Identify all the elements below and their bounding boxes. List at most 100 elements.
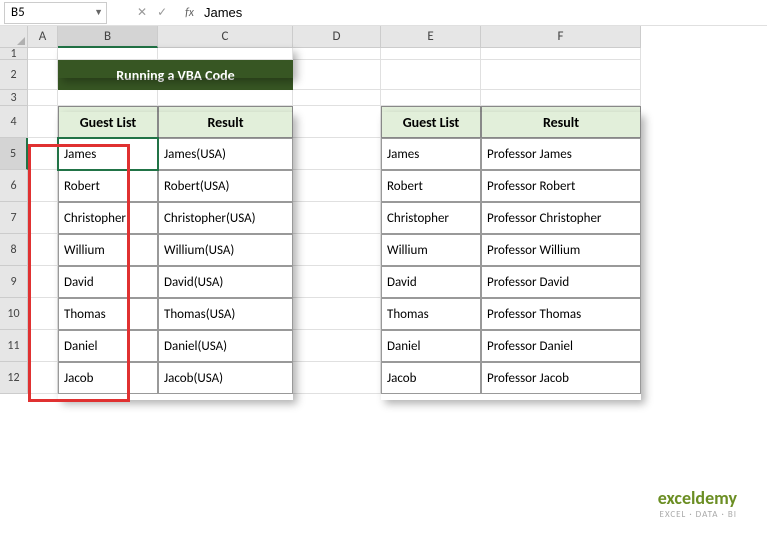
cell-B7[interactable]: Christopher — [58, 202, 158, 234]
cell-E7[interactable]: Christopher — [381, 202, 481, 234]
cell-F11[interactable]: Professor Daniel — [481, 330, 641, 362]
cell-B10[interactable]: Thomas — [58, 298, 158, 330]
row-header-10[interactable]: 10 — [0, 298, 28, 330]
row-header-7[interactable]: 7 — [0, 202, 28, 234]
watermark-sub: EXCEL · DATA · BI — [658, 509, 737, 520]
cell-C3[interactable] — [158, 90, 293, 106]
cell-E6[interactable]: Robert — [381, 170, 481, 202]
col-header-F[interactable]: F — [481, 26, 641, 48]
row-header-9[interactable]: 9 — [0, 266, 28, 298]
cell-F12[interactable]: Professor Jacob — [481, 362, 641, 394]
cell-E12[interactable]: Jacob — [381, 362, 481, 394]
name-box-value: B5 — [11, 5, 25, 20]
cell-A11[interactable] — [28, 330, 58, 362]
cell-C8[interactable]: Willium(USA) — [158, 234, 293, 266]
cell-B1[interactable] — [58, 48, 158, 60]
cell-B6[interactable]: Robert — [58, 170, 158, 202]
cell-B8[interactable]: Willium — [58, 234, 158, 266]
cell-F4[interactable]: Result — [481, 106, 641, 138]
cell-C1[interactable] — [158, 48, 293, 60]
cell-F8[interactable]: Professor Willium — [481, 234, 641, 266]
cell-E10[interactable]: Thomas — [381, 298, 481, 330]
cell-A5[interactable] — [28, 138, 58, 170]
cell-A1[interactable] — [28, 48, 58, 60]
cell-C11[interactable]: Daniel(USA) — [158, 330, 293, 362]
row-header-11[interactable]: 11 — [0, 330, 28, 362]
cell-E1[interactable] — [381, 48, 481, 60]
cell-A8[interactable] — [28, 234, 58, 266]
row-header-5[interactable]: 5 — [0, 138, 28, 170]
cell-B11[interactable]: Daniel — [58, 330, 158, 362]
row-header-2[interactable]: 2 — [0, 60, 28, 90]
row-11: 11DanielDaniel(USA)DanielProfessor Danie… — [0, 330, 767, 362]
cell-B3[interactable] — [58, 90, 158, 106]
cell-C9[interactable]: David(USA) — [158, 266, 293, 298]
cell-C6[interactable]: Robert(USA) — [158, 170, 293, 202]
row-header-3[interactable]: 3 — [0, 90, 28, 106]
cell-B4[interactable]: Guest List — [58, 106, 158, 138]
cell-F7[interactable]: Professor Christopher — [481, 202, 641, 234]
cell-E9[interactable]: David — [381, 266, 481, 298]
col-header-E[interactable]: E — [381, 26, 481, 48]
cell-D5[interactable] — [293, 138, 381, 170]
row-header-6[interactable]: 6 — [0, 170, 28, 202]
cell-C4[interactable]: Result — [158, 106, 293, 138]
name-box[interactable]: B5 ▼ — [4, 2, 107, 24]
cell-E11[interactable]: Daniel — [381, 330, 481, 362]
cell-E5[interactable]: James — [381, 138, 481, 170]
cell-C12[interactable]: Jacob(USA) — [158, 362, 293, 394]
cell-A12[interactable] — [28, 362, 58, 394]
row-header-12[interactable]: 12 — [0, 362, 28, 394]
cell-D7[interactable] — [293, 202, 381, 234]
cancel-icon[interactable]: ✕ — [137, 5, 147, 20]
row-header-4[interactable]: 4 — [0, 106, 28, 138]
col-header-D[interactable]: D — [293, 26, 381, 48]
cell-B2[interactable]: Running a VBA Code — [58, 60, 293, 90]
cell-E8[interactable]: Willium — [381, 234, 481, 266]
cell-B5[interactable]: James — [58, 138, 158, 170]
cell-A3[interactable] — [28, 90, 58, 106]
cell-E3[interactable] — [381, 90, 481, 106]
cell-D6[interactable] — [293, 170, 381, 202]
cell-F9[interactable]: Professor David — [481, 266, 641, 298]
cell-D1[interactable] — [293, 48, 381, 60]
check-icon[interactable]: ✓ — [157, 5, 167, 20]
col-header-A[interactable]: A — [28, 26, 58, 48]
cell-F1[interactable] — [481, 48, 641, 60]
cell-A9[interactable] — [28, 266, 58, 298]
col-header-B[interactable]: B — [58, 26, 158, 48]
cell-C7[interactable]: Christopher(USA) — [158, 202, 293, 234]
cell-C10[interactable]: Thomas(USA) — [158, 298, 293, 330]
cell-D9[interactable] — [293, 266, 381, 298]
cell-F10[interactable]: Professor Thomas — [481, 298, 641, 330]
cell-E4[interactable]: Guest List — [381, 106, 481, 138]
cell-A10[interactable] — [28, 298, 58, 330]
cell-A4[interactable] — [28, 106, 58, 138]
cell-F6[interactable]: Professor Robert — [481, 170, 641, 202]
cell-D10[interactable] — [293, 298, 381, 330]
row-header-8[interactable]: 8 — [0, 234, 28, 266]
cell-F3[interactable] — [481, 90, 641, 106]
cell-A2[interactable] — [28, 60, 58, 90]
cell-B9[interactable]: David — [58, 266, 158, 298]
cell-D4[interactable] — [293, 106, 381, 138]
cell-D2[interactable] — [293, 60, 381, 90]
col-header-C[interactable]: C — [158, 26, 293, 48]
cell-F2[interactable] — [481, 60, 641, 90]
cell-D11[interactable] — [293, 330, 381, 362]
cell-D12[interactable] — [293, 362, 381, 394]
cell-B12[interactable]: Jacob — [58, 362, 158, 394]
select-all-corner[interactable] — [0, 26, 28, 48]
cell-A6[interactable] — [28, 170, 58, 202]
cell-A7[interactable] — [28, 202, 58, 234]
cell-D8[interactable] — [293, 234, 381, 266]
row-3: 3 — [0, 90, 767, 106]
cell-E2[interactable] — [381, 60, 481, 90]
cell-D3[interactable] — [293, 90, 381, 106]
formula-input[interactable] — [204, 5, 504, 20]
row-header-1[interactable]: 1 — [0, 48, 28, 60]
cell-C5[interactable]: James(USA) — [158, 138, 293, 170]
fx-icon[interactable]: fx — [185, 6, 194, 20]
chevron-down-icon[interactable]: ▼ — [94, 7, 103, 18]
cell-F5[interactable]: Professor James — [481, 138, 641, 170]
